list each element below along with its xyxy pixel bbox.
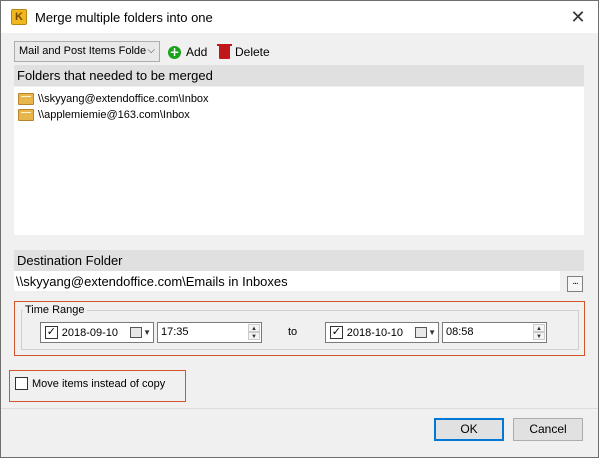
folder-type-select[interactable]: Mail and Post Items Folde ⌵ [14,41,160,62]
mail-folder-icon [18,93,34,105]
plus-circle-icon: + [168,44,181,59]
folders-heading: Folders that needed to be merged [14,65,584,86]
from-time-field[interactable]: 17:35 ▲ ▼ [157,322,262,343]
folders-list[interactable]: \\skyyang@extendoffice.com\Inbox \\apple… [14,87,584,235]
to-date-picker[interactable]: ✓ 2018-10-10 ▼ [325,322,439,343]
chevron-down-icon[interactable]: ▼ [428,328,436,337]
to-time-spinner[interactable]: ▲ ▼ [533,324,545,341]
to-date-value: 2018-10-10 [346,326,404,339]
calendar-icon [130,327,143,338]
window-title: Merge multiple folders into one [35,10,213,25]
delete-label: Delete [235,45,270,59]
time-range-label: Time Range [23,304,87,316]
destination-heading: Destination Folder [14,250,584,271]
add-label: Add [186,45,208,59]
spin-down-icon[interactable]: ▼ [533,332,545,340]
spin-up-icon[interactable]: ▲ [248,324,260,332]
app-icon: K [11,9,27,25]
close-button[interactable]: ✕ [568,7,588,27]
dialog-window: K Merge multiple folders into one ✕ Mail… [0,0,599,458]
chevron-down-icon[interactable]: ▼ [143,328,151,337]
move-items-label: Move items instead of copy [32,377,166,390]
from-enable-checkbox[interactable]: ✓ [45,326,58,339]
move-items-checkbox[interactable] [15,377,28,390]
mail-folder-icon [18,109,34,121]
add-button[interactable]: + Add [168,43,207,61]
spin-down-icon[interactable]: ▼ [248,332,260,340]
browse-button[interactable]: ... [567,276,583,292]
to-label: to [288,326,298,338]
dialog-footer [1,408,598,457]
calendar-icon [415,327,428,338]
list-item[interactable]: \\applemiemie@163.com\Inbox [18,107,190,123]
to-time-value: 08:58 [446,326,474,338]
from-date-picker[interactable]: ✓ 2018-09-10 ▼ [40,322,154,343]
trash-icon [217,44,232,59]
to-time-field[interactable]: 08:58 ▲ ▼ [442,322,547,343]
move-items-option[interactable]: Move items instead of copy [15,377,165,390]
spin-up-icon[interactable]: ▲ [533,324,545,332]
ok-button[interactable]: OK [434,418,504,441]
cancel-button[interactable]: Cancel [513,418,583,441]
to-enable-checkbox[interactable]: ✓ [330,326,343,339]
folder-type-selected: Mail and Post Items Folde [19,45,147,57]
from-time-spinner[interactable]: ▲ ▼ [248,324,260,341]
folder-path: \\applemiemie@163.com\Inbox [38,109,190,121]
destination-path-field[interactable]: \\skyyang@extendoffice.com\Emails in Inb… [14,271,560,291]
folder-path: \\skyyang@extendoffice.com\Inbox [38,93,209,105]
delete-button[interactable]: Delete [217,43,270,61]
from-date-value: 2018-09-10 [61,326,119,339]
from-time-value: 17:35 [161,326,189,338]
title-bar: K Merge multiple folders into one ✕ [1,1,598,33]
chevron-down-icon: ⌵ [147,45,155,56]
list-item[interactable]: \\skyyang@extendoffice.com\Inbox [18,91,209,107]
